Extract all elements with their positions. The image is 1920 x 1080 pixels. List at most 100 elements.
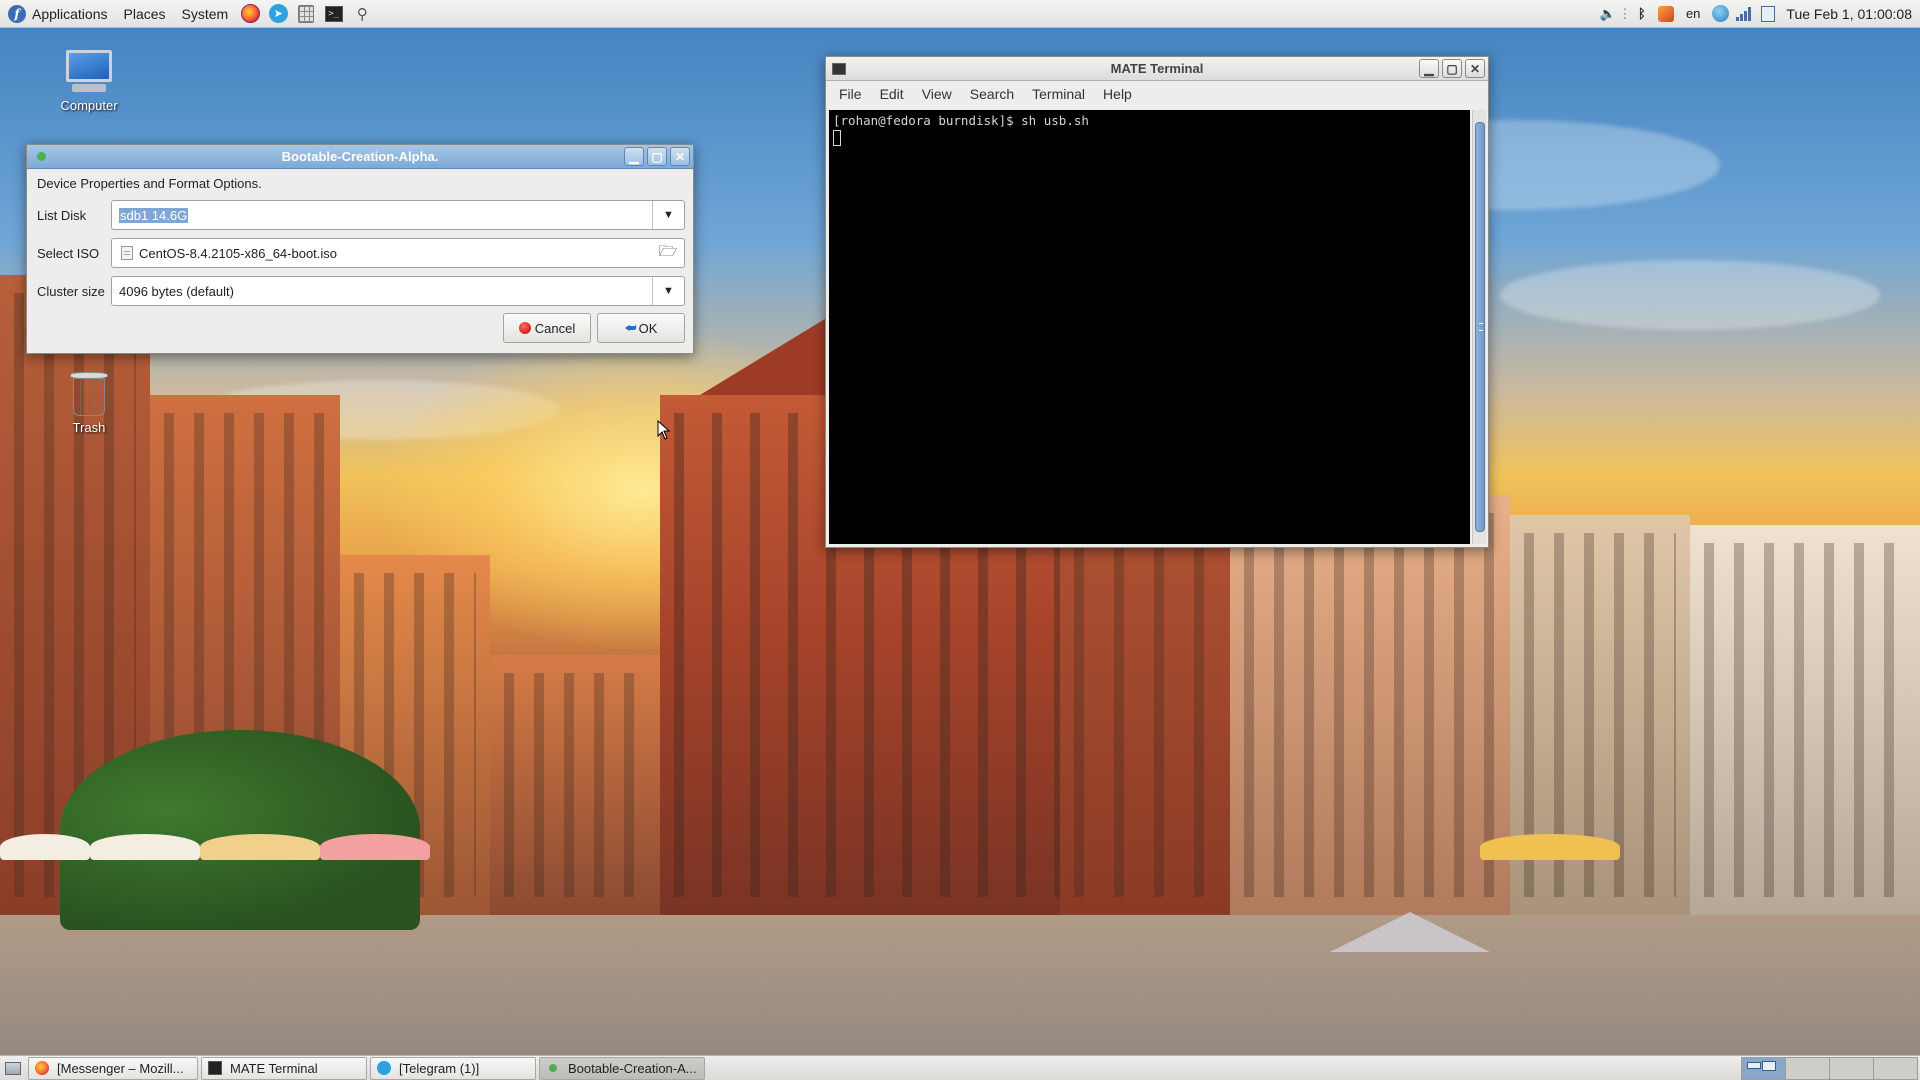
- list-disk-combo[interactable]: sdb1 14.6G ▼: [111, 200, 685, 230]
- desktop-icon-trash-label: Trash: [72, 420, 106, 435]
- ok-arrow-icon: ⮨: [624, 320, 637, 335]
- chevron-down-icon[interactable]: ▼: [652, 277, 684, 305]
- menu-edit[interactable]: Edit: [871, 86, 913, 102]
- signal-icon[interactable]: [1734, 4, 1754, 24]
- taskbar-item-label: MATE Terminal: [230, 1060, 318, 1076]
- maximize-button[interactable]: ▢: [1442, 59, 1462, 78]
- computer-icon: [66, 50, 112, 94]
- close-button[interactable]: ✕: [670, 147, 690, 166]
- terminal-icon: [208, 1061, 222, 1075]
- taskbar-item-telegram[interactable]: [Telegram (1)]: [370, 1056, 536, 1080]
- maximize-icon: ▢: [1446, 61, 1458, 76]
- taskbar-item-label: Bootable-Creation-A...: [568, 1060, 697, 1076]
- desktop-icon-computer[interactable]: Computer: [44, 50, 134, 113]
- list-disk-selected-text: sdb1 14.6G: [119, 207, 189, 223]
- terminal-launcher[interactable]: >_: [323, 3, 345, 25]
- calculator-launcher[interactable]: [295, 3, 317, 25]
- select-iso-row: Select ISO CentOS-8.4.2105-x86_64-boot.i…: [35, 237, 685, 269]
- workspace-switcher: [1741, 1056, 1918, 1080]
- minimize-button[interactable]: ▁: [624, 147, 644, 166]
- bootable-creation-titlebar[interactable]: Bootable-Creation-Alpha. ▁ ▢ ✕: [27, 145, 693, 169]
- close-icon: ✕: [674, 149, 686, 164]
- places-menu-label: Places: [123, 5, 166, 22]
- terminal-output[interactable]: [rohan@fedora burndisk]$ sh usb.sh: [829, 110, 1470, 544]
- chevron-down-icon[interactable]: ▼: [652, 201, 684, 229]
- keyboard-layout-indicator[interactable]: en: [1686, 6, 1700, 21]
- maximize-button[interactable]: ▢: [647, 147, 667, 166]
- bootable-creation-window: Bootable-Creation-Alpha. ▁ ▢ ✕ Device Pr…: [26, 144, 694, 354]
- bluetooth-icon[interactable]: ᛒ: [1632, 4, 1652, 24]
- menu-help[interactable]: Help: [1094, 86, 1141, 102]
- places-menu[interactable]: Places: [116, 0, 174, 28]
- top-panel: f Applications Places System ➤ >_ ⚲ 🔈 ⋮ …: [0, 0, 1920, 28]
- applications-menu[interactable]: f Applications: [0, 0, 116, 28]
- cluster-size-combo[interactable]: 4096 bytes (default) ▼: [111, 276, 685, 306]
- scrollbar-thumb[interactable]: [1475, 122, 1485, 532]
- close-icon: ✕: [1469, 61, 1481, 76]
- cluster-size-value: 4096 bytes (default): [119, 283, 234, 299]
- select-iso-chooser[interactable]: CentOS-8.4.2105-x86_64-boot.iso 🗁: [111, 238, 685, 268]
- trash-icon: [70, 370, 108, 416]
- ok-button-label: OK: [638, 320, 658, 336]
- show-desktop-icon: [5, 1061, 21, 1075]
- separator-icon: ⋮: [1618, 5, 1632, 21]
- desktop-icon-trash[interactable]: Trash: [44, 370, 134, 435]
- menu-search[interactable]: Search: [961, 86, 1023, 102]
- app-dot-icon: [37, 152, 46, 161]
- terminal-window-icon: [832, 62, 846, 75]
- taskbar-item-bootable[interactable]: Bootable-Creation-A...: [539, 1056, 705, 1080]
- menu-terminal[interactable]: Terminal: [1023, 86, 1094, 102]
- telegram-icon: [377, 1061, 391, 1075]
- cluster-size-label: Cluster size: [37, 283, 105, 299]
- telegram-icon: ➤: [268, 4, 288, 23]
- minimize-button[interactable]: ▁: [1419, 59, 1439, 78]
- workspace-3[interactable]: [1829, 1056, 1874, 1080]
- select-iso-label: Select ISO: [37, 245, 100, 261]
- terminal-prompt-line: [rohan@fedora burndisk]$ sh usb.sh: [833, 113, 1089, 128]
- menu-file[interactable]: File: [830, 86, 871, 102]
- cancel-icon: [518, 322, 531, 334]
- window-title: Bootable-Creation-Alpha.: [281, 149, 439, 164]
- taskbar-item-terminal[interactable]: MATE Terminal: [201, 1056, 367, 1080]
- cancel-button-label: Cancel: [534, 320, 576, 336]
- firefox-icon: [35, 1061, 49, 1075]
- ok-button[interactable]: ⮨ OK: [597, 313, 685, 343]
- fedora-logo-icon: f: [8, 4, 26, 23]
- list-disk-row: List Disk sdb1 14.6G ▼: [35, 199, 685, 231]
- desktop-icon-computer-label: Computer: [60, 98, 118, 113]
- terminal-menubar: File Edit View Search Terminal Help: [826, 81, 1488, 107]
- maximize-icon: ▢: [651, 149, 663, 164]
- list-disk-value[interactable]: sdb1 14.6G: [112, 207, 652, 223]
- workspace-1[interactable]: [1741, 1056, 1786, 1080]
- close-button[interactable]: ✕: [1465, 59, 1485, 78]
- system-menu-label: System: [181, 5, 229, 22]
- minimize-icon: ▁: [1424, 61, 1434, 76]
- system-tray: 🔈 ⋮ ᛒ en Tue Feb 1, 01:00:08: [1596, 0, 1920, 28]
- workspace-2[interactable]: [1785, 1056, 1830, 1080]
- terminal-scrollbar[interactable]: [1472, 110, 1486, 544]
- workspace-4[interactable]: [1873, 1056, 1918, 1080]
- terminal-titlebar[interactable]: MATE Terminal ▁ ▢ ✕: [826, 57, 1488, 81]
- shield-icon[interactable]: [1656, 4, 1676, 24]
- cancel-button[interactable]: Cancel: [503, 313, 591, 343]
- show-desktop-button[interactable]: [2, 1057, 24, 1079]
- open-file-icon[interactable]: 🗁: [652, 239, 684, 267]
- firefox-launcher[interactable]: [239, 3, 261, 25]
- clock[interactable]: Tue Feb 1, 01:00:08: [1780, 6, 1920, 22]
- pin-icon: ⚲: [356, 5, 368, 23]
- pin-launcher[interactable]: ⚲: [351, 3, 373, 25]
- minimize-icon: ▁: [629, 149, 639, 164]
- taskbar-item-messenger[interactable]: [Messenger – Mozill...: [28, 1056, 198, 1080]
- taskbar-item-label: [Messenger – Mozill...: [57, 1060, 184, 1076]
- applications-menu-label: Applications: [32, 5, 108, 22]
- menu-view[interactable]: View: [913, 86, 961, 102]
- volume-icon[interactable]: 🔈: [1598, 4, 1618, 24]
- network-icon[interactable]: [1710, 4, 1730, 24]
- dialog-heading: Device Properties and Format Options.: [37, 176, 262, 191]
- taskbar-item-label: [Telegram (1)]: [399, 1060, 480, 1076]
- notes-icon[interactable]: [1758, 4, 1778, 24]
- telegram-launcher[interactable]: ➤: [267, 3, 289, 25]
- list-disk-label: List Disk: [37, 207, 87, 223]
- terminal-icon: >_: [325, 5, 344, 22]
- system-menu[interactable]: System: [174, 0, 237, 28]
